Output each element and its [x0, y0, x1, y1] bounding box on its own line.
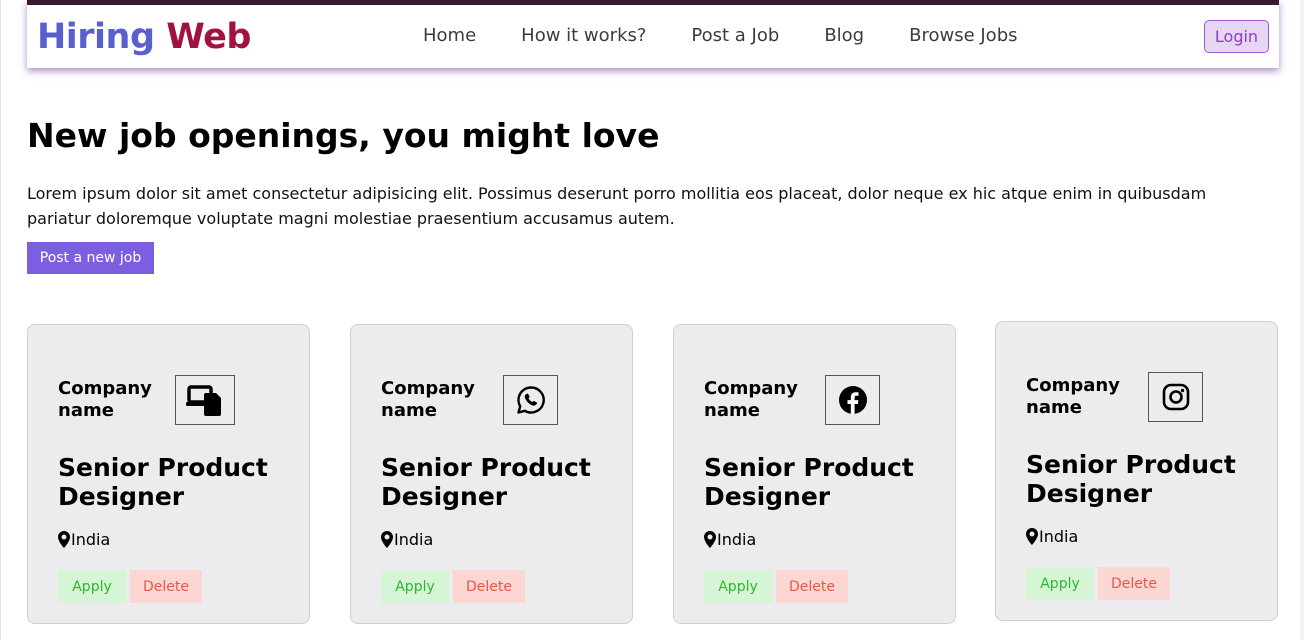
facebook-icon — [825, 375, 880, 425]
job-title: Senior Product Designer — [704, 453, 914, 511]
job-card: Company name Senior Product Designer Ind… — [350, 324, 633, 624]
page-left-edge — [0, 0, 1, 640]
whatsapp-icon — [503, 375, 558, 425]
company-name: Company name — [381, 378, 475, 421]
login-button[interactable]: Login — [1204, 20, 1269, 53]
delete-button[interactable]: Delete — [776, 570, 848, 603]
nav-link-how-it-works[interactable]: How it works? — [521, 25, 646, 46]
job-title: Senior Product Designer — [1026, 450, 1236, 508]
delete-button[interactable]: Delete — [453, 570, 525, 603]
job-location: India — [1026, 527, 1078, 546]
job-title: Senior Product Designer — [58, 453, 268, 511]
company-name: Company name — [704, 378, 798, 421]
devices-icon — [175, 375, 235, 425]
page-scrollbar-track[interactable] — [1300, 0, 1304, 640]
delete-button[interactable]: Delete — [1098, 567, 1170, 600]
location-pin-icon — [58, 531, 70, 548]
apply-button[interactable]: Apply — [1026, 567, 1094, 600]
company-name: Company name — [1026, 375, 1120, 418]
location-text: India — [1039, 527, 1079, 546]
nav-links: Home How it works? Post a Job Blog Brows… — [423, 25, 1063, 46]
job-location: India — [58, 530, 110, 549]
instagram-icon — [1148, 372, 1203, 422]
location-pin-icon — [1026, 528, 1038, 545]
job-location: India — [381, 530, 433, 549]
nav-link-home[interactable]: Home — [423, 25, 476, 46]
job-card: Company name Senior Product Designer Ind… — [995, 321, 1278, 621]
nav-link-post-a-job[interactable]: Post a Job — [691, 25, 779, 46]
nav-link-browse-jobs[interactable]: Browse Jobs — [909, 25, 1017, 46]
page-title: New job openings, you might love — [27, 116, 660, 155]
job-title: Senior Product Designer — [381, 453, 591, 511]
location-text: India — [394, 530, 434, 549]
apply-button[interactable]: Apply — [381, 570, 449, 603]
job-card: Company name Senior Product Designer Ind… — [27, 324, 310, 624]
company-name: Company name — [58, 378, 152, 421]
job-card: Company name Senior Product Designer Ind… — [673, 324, 956, 624]
nav-link-blog[interactable]: Blog — [824, 25, 864, 46]
apply-button[interactable]: Apply — [704, 570, 772, 603]
location-pin-icon — [381, 531, 393, 548]
location-pin-icon — [704, 531, 716, 548]
brand-logo[interactable]: Hiring Web — [37, 17, 251, 57]
apply-button[interactable]: Apply — [58, 570, 126, 603]
location-text: India — [717, 530, 757, 549]
brand-part-2: Web — [166, 17, 251, 57]
page-description: Lorem ipsum dolor sit amet consectetur a… — [27, 184, 1207, 228]
job-location: India — [704, 530, 756, 549]
delete-button[interactable]: Delete — [130, 570, 202, 603]
post-new-job-button[interactable]: Post a new job — [27, 242, 154, 274]
brand-part-1: Hiring — [37, 17, 155, 57]
location-text: India — [71, 530, 111, 549]
navbar: Hiring Web Home How it works? Post a Job… — [27, 0, 1279, 68]
